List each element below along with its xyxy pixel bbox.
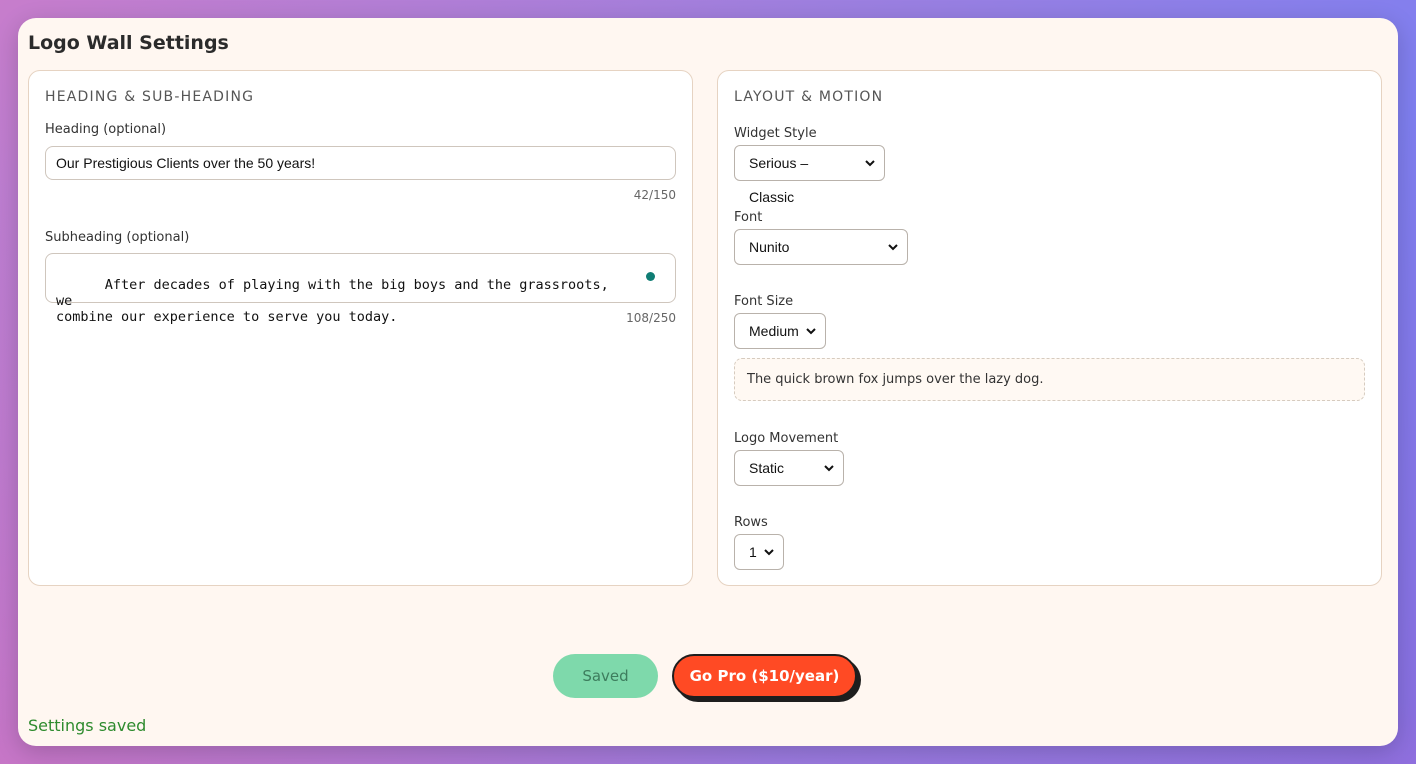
rows-select[interactable]: 1 bbox=[734, 534, 784, 570]
status-message: Settings saved bbox=[28, 716, 147, 735]
logo-movement-select[interactable]: Static bbox=[734, 450, 844, 486]
heading-card-title: Heading & Sub-Heading bbox=[45, 89, 255, 105]
layout-card-title: Layout & Motion bbox=[734, 89, 884, 105]
chevron-down-icon bbox=[824, 465, 834, 472]
font-size-label: Font Size bbox=[734, 294, 794, 309]
go-pro-button[interactable]: Go Pro ($10/year) bbox=[672, 654, 857, 698]
font-select[interactable]: Nunito bbox=[734, 229, 908, 265]
font-size-select[interactable]: Medium bbox=[734, 313, 826, 349]
saved-button[interactable]: Saved bbox=[553, 654, 658, 698]
layout-card: Layout & Motion Widget Style Serious – C… bbox=[717, 70, 1382, 586]
rows-label: Rows bbox=[734, 515, 768, 530]
subheading-text: After decades of playing with the big bo… bbox=[56, 277, 609, 325]
heading-input[interactable]: Our Prestigious Clients over the 50 year… bbox=[45, 146, 676, 180]
chevron-down-icon bbox=[888, 244, 898, 251]
font-size-value: Medium bbox=[749, 323, 799, 339]
font-label: Font bbox=[734, 210, 763, 225]
chevron-down-icon bbox=[764, 549, 774, 556]
logo-movement-label: Logo Movement bbox=[734, 431, 839, 446]
font-value: Nunito bbox=[749, 239, 790, 255]
font-preview: The quick brown fox jumps over the lazy … bbox=[734, 358, 1365, 401]
chevron-down-icon bbox=[865, 160, 875, 167]
subheading-textarea[interactable]: After decades of playing with the big bo… bbox=[45, 253, 676, 325]
settings-panel: Logo Wall Settings Heading & Sub-Heading… bbox=[18, 18, 1398, 746]
page-title: Logo Wall Settings bbox=[28, 32, 229, 54]
subheading-char-counter: 108/250 bbox=[626, 311, 676, 325]
subheading-label: Subheading (optional) bbox=[45, 230, 190, 245]
status-dot-icon bbox=[646, 272, 655, 281]
heading-label: Heading (optional) bbox=[45, 122, 167, 137]
heading-card: Heading & Sub-Heading Heading (optional)… bbox=[28, 70, 693, 586]
chevron-down-icon bbox=[806, 328, 816, 335]
rows-value: 1 bbox=[749, 544, 757, 560]
widget-style-select[interactable]: Serious – Classic bbox=[734, 145, 885, 205]
logo-movement-value: Static bbox=[749, 460, 785, 476]
widget-style-value: Serious – Classic bbox=[749, 155, 809, 205]
widget-style-label: Widget Style bbox=[734, 126, 817, 141]
heading-char-counter: 42/150 bbox=[633, 188, 676, 202]
